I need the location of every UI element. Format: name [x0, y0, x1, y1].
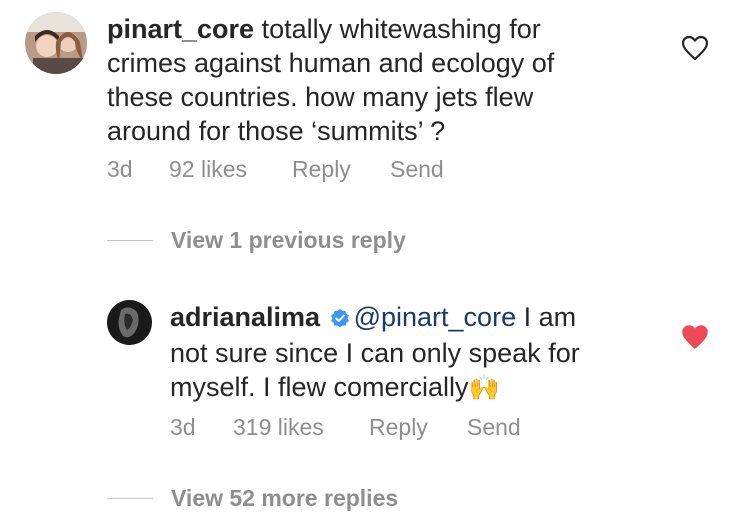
- reply-text-line: myself. I flew comercially: [170, 372, 469, 402]
- view-more-replies-button[interactable]: View 52 more replies: [107, 485, 398, 512]
- avatar-photo-icon: [107, 300, 152, 345]
- reply-body: adrianalima @pinart_core I am not sure s…: [170, 300, 670, 405]
- comment-meta: 3d 92 likes Reply Send: [107, 156, 444, 183]
- comment-likes[interactable]: 92 likes: [169, 156, 292, 183]
- like-heart-filled-icon[interactable]: [681, 324, 709, 355]
- comment-time: 3d: [107, 156, 133, 182]
- avatar-photo-icon: [25, 12, 87, 74]
- avatar[interactable]: [107, 300, 152, 345]
- verified-badge-icon: [330, 302, 350, 336]
- divider-line: [107, 497, 153, 500]
- mention-link[interactable]: @pinart_core: [354, 302, 517, 332]
- reply-username[interactable]: adrianalima: [170, 302, 320, 332]
- reply-likes[interactable]: 319 likes: [233, 414, 369, 441]
- reply-text-line: I am: [516, 302, 577, 332]
- comment-text-line: around for those ‘summits’ ?: [107, 116, 446, 146]
- reply-time: 3d: [170, 414, 196, 440]
- comment-username[interactable]: pinart_core: [107, 14, 254, 44]
- comment-text-line: these countries. how many jets flew: [107, 82, 534, 112]
- send-button[interactable]: Send: [467, 414, 521, 441]
- comment-text-line: totally whitewashing for: [254, 14, 541, 44]
- send-button[interactable]: Send: [390, 156, 444, 183]
- reply-button[interactable]: Reply: [292, 156, 390, 183]
- like-heart-icon[interactable]: [681, 35, 709, 66]
- view-more-label: View 52 more replies: [171, 485, 399, 511]
- view-previous-replies-button[interactable]: View 1 previous reply: [107, 227, 406, 254]
- avatar[interactable]: [25, 12, 87, 74]
- comment-text-line: crimes against human and ecology of: [107, 48, 555, 78]
- reply-text-line: not sure since I can only speak for: [170, 338, 580, 368]
- raised-hands-emoji: 🙌: [468, 374, 500, 402]
- view-previous-label: View 1 previous reply: [171, 227, 406, 253]
- divider-line: [107, 239, 153, 242]
- reply-button[interactable]: Reply: [369, 414, 467, 441]
- comment-pinart-core: pinart_core totally whitewashing for cri…: [0, 0, 750, 200]
- reply-adrianalima: adrianalima @pinart_core I am not sure s…: [0, 290, 750, 460]
- reply-meta: 3d 319 likes Reply Send: [170, 414, 521, 441]
- comment-body: pinart_core totally whitewashing for cri…: [107, 12, 667, 148]
